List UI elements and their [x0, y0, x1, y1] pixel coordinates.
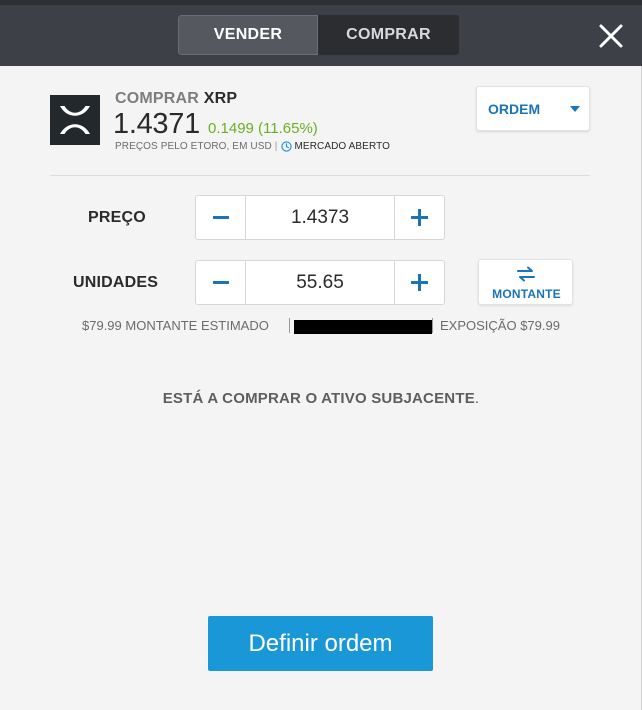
notice-text: ESTÁ A COMPRAR O ATIVO SUBJACENTE [162, 390, 475, 407]
section-divider [50, 175, 590, 176]
clock-icon [280, 141, 292, 152]
units-decrement-button[interactable] [196, 261, 246, 304]
trade-panel [0, 66, 642, 710]
tab-comprar[interactable]: COMPRAR [318, 15, 459, 55]
underlying-asset-notice: ESTÁ A COMPRAR O ATIVO SUBJACENTE. [0, 390, 642, 407]
asset-symbol: XRP [203, 90, 238, 107]
xrp-logo [50, 95, 100, 145]
units-label: UNIDADES [73, 274, 159, 291]
trade-header: VENDER COMPRAR [0, 0, 642, 66]
range-tick-left [289, 318, 290, 333]
notice-period: . [474, 390, 480, 407]
tab-vender[interactable]: VENDER [178, 15, 318, 55]
asset-title: COMPRAR XRP [115, 90, 237, 108]
price-stepper: 1.4373 [195, 195, 445, 240]
price-decrement-button[interactable] [196, 196, 246, 239]
exposure-amount: EXPOSIÇÃO $79.99 [440, 318, 560, 333]
amount-toggle-button[interactable]: MONTANTE [478, 259, 573, 305]
units-stepper: 55.65 [195, 260, 445, 305]
prices-note: PREÇOS PELO ETORO, EM USD [115, 141, 272, 152]
redacted-block [294, 320, 432, 334]
units-input[interactable]: 55.65 [246, 261, 394, 304]
close-icon[interactable] [596, 21, 626, 51]
asset-price: 1.4371 [113, 108, 200, 140]
asset-action: COMPRAR [115, 90, 200, 107]
units-increment-button[interactable] [394, 261, 444, 304]
order-type-dropdown[interactable]: ORDEM [476, 86, 590, 131]
price-increment-button[interactable] [394, 196, 444, 239]
set-order-button[interactable]: Definir ordem [208, 616, 433, 671]
chevron-down-icon [570, 106, 580, 112]
header-strip [0, 0, 642, 5]
order-type-label: ORDEM [488, 100, 541, 117]
range-tick-right [432, 318, 433, 333]
swap-icon [517, 266, 535, 282]
price-meta: PREÇOS PELO ETORO, EM USD | MERCADO ABER… [115, 141, 390, 152]
price-change: 0.1499 (11.65%) [208, 120, 318, 137]
trade-direction-toggle: VENDER COMPRAR [178, 15, 459, 55]
price-label: PREÇO [88, 209, 146, 226]
estimated-amount: $79.99 MONTANTE ESTIMADO [82, 318, 269, 333]
market-status: MERCADO ABERTO [294, 141, 390, 152]
meta-separator: | [274, 141, 278, 152]
amount-toggle-label: MONTANTE [492, 287, 561, 301]
price-input[interactable]: 1.4373 [246, 196, 394, 239]
